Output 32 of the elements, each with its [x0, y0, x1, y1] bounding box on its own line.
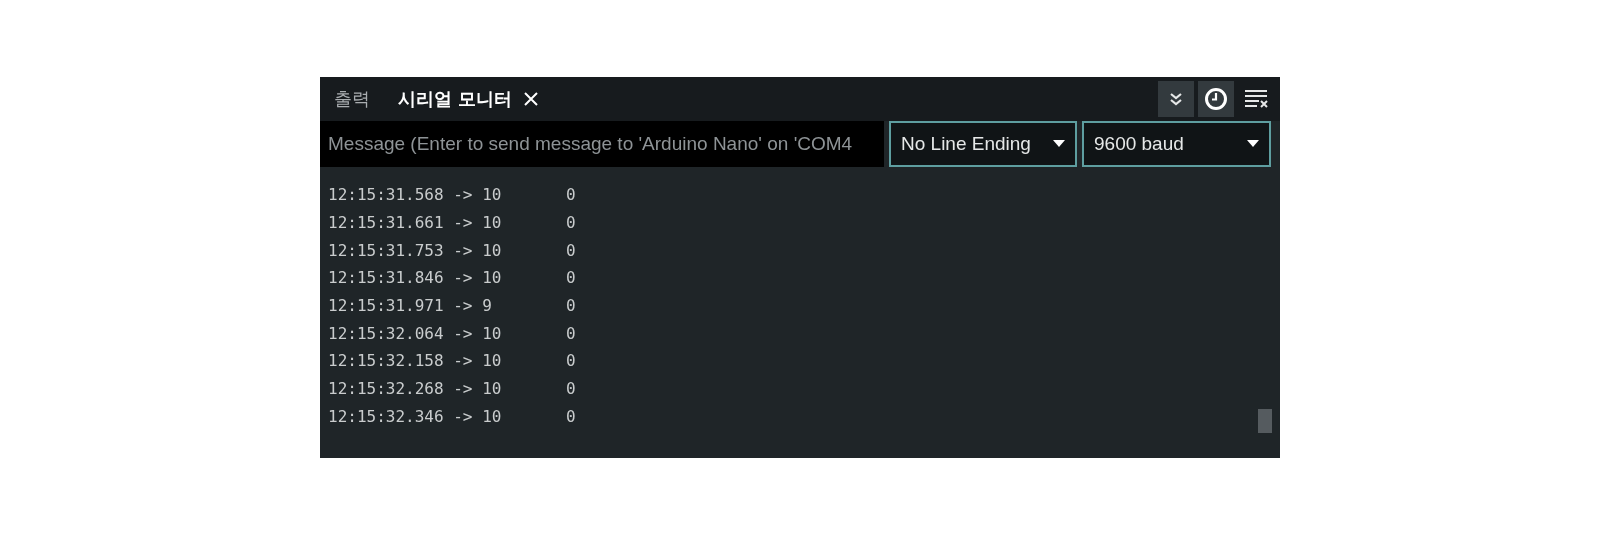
output-value: 0 [566, 351, 576, 371]
output-line: 12:15:31.661 -> 10 [328, 213, 503, 233]
output-value: 0 [566, 240, 576, 260]
clear-list-icon [1244, 89, 1268, 109]
caret-icon [1247, 140, 1259, 148]
output-value: 0 [566, 213, 576, 233]
scrollbar-thumb[interactable] [1258, 409, 1272, 433]
close-icon[interactable] [524, 92, 539, 106]
output-line: 12:15:31.971 -> 9 [328, 296, 493, 316]
output-value: 0 [566, 185, 576, 205]
tab[interactable]: 출력 [334, 87, 382, 111]
clock-icon [1204, 87, 1228, 111]
caret-icon [1053, 140, 1065, 148]
chevrons-down-icon [1168, 91, 1184, 107]
output-value: 0 [566, 406, 576, 426]
output-line: 12:15:31.753 -> 10 [328, 240, 503, 260]
output-value: 0 [566, 296, 576, 316]
output-line: 12:15:32.346 -> 10 [328, 406, 503, 426]
output-value: 0 [566, 268, 576, 288]
output-value: 0 [566, 323, 576, 343]
output-line: 12:15:32.268 -> 10 [328, 379, 503, 399]
autoscroll-button[interactable] [1158, 81, 1194, 117]
output-line: 12:15:32.064 -> 10 [328, 323, 503, 343]
message-field[interactable]: Message (Enter to send message to 'Arduino Nano' on 'COM4 [320, 121, 884, 167]
output-line: 12:15:31.568 -> 10 [328, 185, 503, 205]
timestamp-button[interactable] [1198, 81, 1234, 117]
output-line: 12:15:31.846 -> 10 [328, 268, 503, 288]
output-value: 0 [566, 379, 576, 399]
tab[interactable]: 시리얼 모니터 [398, 87, 551, 111]
line-ending-dropdown[interactable]: No Line Ending [889, 121, 1077, 167]
output-line: 12:15:32.158 -> 10 [328, 351, 503, 371]
baud-rate-dropdown[interactable]: 9600 baud [1082, 121, 1271, 167]
